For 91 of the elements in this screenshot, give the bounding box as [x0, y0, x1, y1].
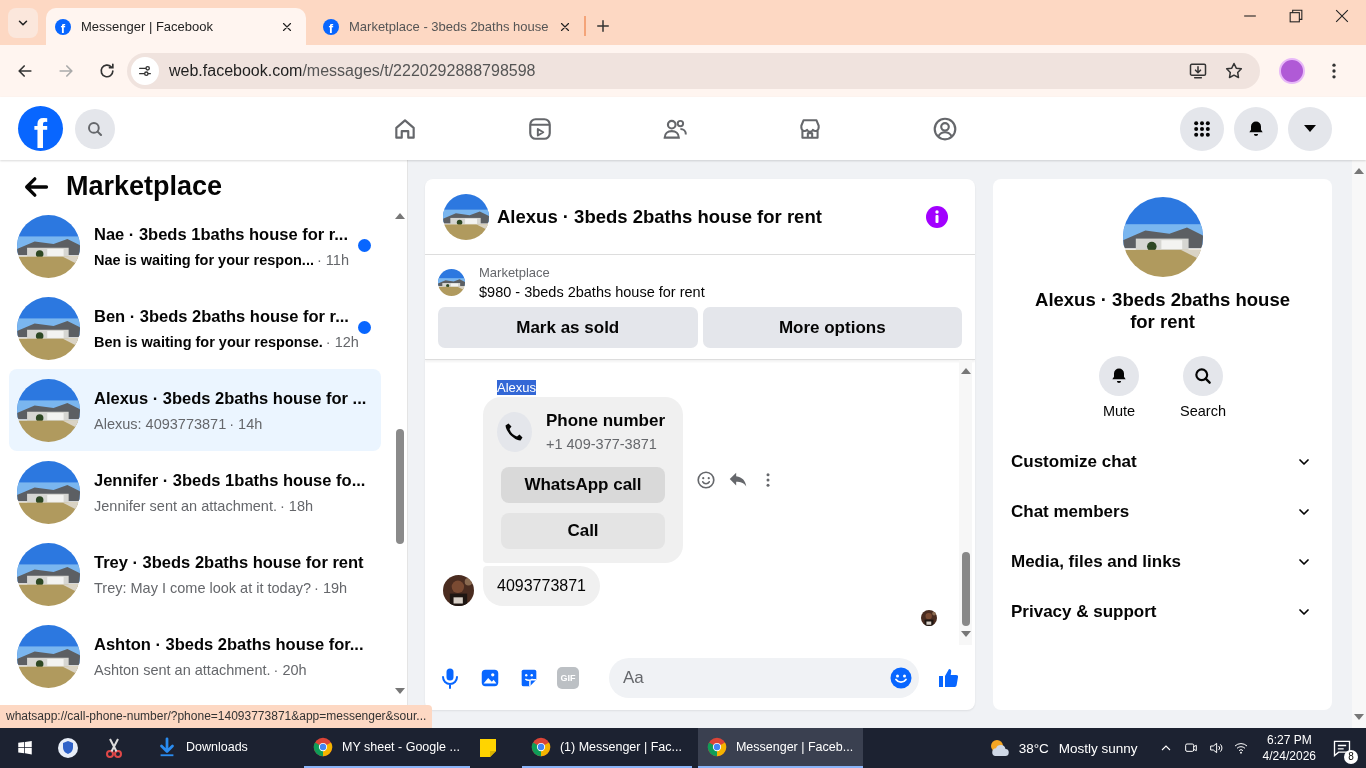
- info-icon[interactable]: [925, 204, 949, 229]
- profile-icon[interactable]: [931, 115, 958, 142]
- action-label: Mute: [1102, 403, 1136, 419]
- browser-icon: [529, 736, 552, 758]
- search-button[interactable]: [1183, 356, 1223, 396]
- conversation-item[interactable]: Alexus · 3beds 2baths house for ... Alexus: 4093773871 · 14h: [9, 369, 381, 451]
- message-time: · 14h: [229, 415, 263, 432]
- conversation-title: Ben · 3beds 2baths house for r...: [94, 306, 350, 326]
- conversation-title: Trey · 3beds 2baths house for rent: [94, 552, 364, 572]
- conversation-item[interactable]: Trey · 3beds 2baths house for rent Trey: May I come look at it today? · 19h: [9, 533, 381, 615]
- listing-button[interactable]: More options: [702, 307, 962, 348]
- video-icon[interactable]: [526, 115, 553, 142]
- taskbar-button[interactable]: Messenger | Faceb...: [697, 728, 864, 768]
- site-info-button[interactable]: [131, 57, 159, 85]
- account-button[interactable]: [1288, 106, 1332, 151]
- install-icon[interactable]: [1188, 61, 1208, 81]
- section-header[interactable]: Privacy & support: [993, 587, 1332, 637]
- taskbar-button[interactable]: MY sheet - Google ...: [304, 728, 470, 768]
- facebook-logo[interactable]: f: [18, 106, 63, 151]
- chat-title: Alexus · 3beds 2baths house for rent: [497, 205, 822, 228]
- caret-icon: [1304, 125, 1316, 132]
- wifi-icon[interactable]: [1232, 740, 1249, 756]
- section-header[interactable]: Chat members: [993, 487, 1332, 537]
- facebook-logo: f: [55, 18, 71, 35]
- message-preview: Alexus: 4093773871: [94, 415, 227, 432]
- message-time: · 12h: [325, 333, 359, 350]
- message-preview: Nae is waiting for your respon...: [94, 251, 314, 268]
- message-preview: Ben is waiting for your response.: [94, 333, 323, 350]
- message-field[interactable]: Aa: [609, 657, 919, 698]
- star-icon[interactable]: [1224, 61, 1244, 81]
- weather-text: Mostly sunny: [1058, 740, 1138, 756]
- section-header[interactable]: Media, files and links: [993, 537, 1332, 587]
- mute-button[interactable]: [1099, 356, 1139, 396]
- grid-icon: [1192, 118, 1212, 139]
- section-header[interactable]: Customize chat: [993, 437, 1332, 487]
- clock-date: 4/24/2026: [1262, 748, 1316, 764]
- shield-icon[interactable]: [56, 736, 80, 760]
- action-label: Search: [1180, 403, 1226, 419]
- notification-icon[interactable]: [1332, 738, 1352, 758]
- phone-number: +1 409-377-3871: [546, 436, 658, 452]
- reload-icon[interactable]: [97, 61, 117, 81]
- call-button[interactable]: WhatsApp call: [501, 467, 665, 503]
- listing-title: $980 - 3beds 2baths house for rent: [479, 284, 705, 300]
- listing-button[interactable]: Mark as sold: [438, 307, 698, 348]
- card-title: Phone number: [546, 411, 665, 431]
- url-text: web.facebook.com/messages/t/2220292888798598: [169, 62, 536, 80]
- conversation-title: Jennifer · 3beds 1baths house fo...: [94, 470, 366, 490]
- status-url: whatsapp://call-phone-number/?phone=14093773871&app=messenger&sour...: [0, 705, 433, 728]
- browser-tab[interactable]: f Messenger | Facebook: [46, 8, 306, 45]
- conversation-item[interactable]: Ashton · 3beds 2baths house for... Ashton sent an attachment. · 20h: [9, 615, 381, 697]
- notification-count: 8: [1344, 750, 1358, 764]
- search-icon: [1193, 366, 1213, 386]
- address-bar[interactable]: web.facebook.com/messages/t/2220292888798598: [127, 53, 1260, 89]
- message-preview: Trey: May I come look at it today?: [94, 579, 312, 596]
- conversation-item[interactable]: Jennifer · 3beds 1baths house fo... Jennifer sent an attachment. · 18h: [9, 451, 381, 533]
- react-icon[interactable]: [695, 469, 717, 491]
- search-icon: [86, 119, 104, 138]
- conversation-item[interactable]: Nae · 3beds 1baths house for r... Nae is waiting for your respon... · 11h: [9, 205, 381, 287]
- temperature: 38°C: [1018, 740, 1049, 756]
- settings-icon: [137, 63, 153, 79]
- windows-icon[interactable]: [16, 739, 34, 757]
- emoji-icon[interactable]: [889, 665, 913, 690]
- message-time: · 19h: [314, 579, 348, 596]
- message-time: · 11h: [316, 251, 349, 268]
- menu-button[interactable]: [1180, 106, 1224, 151]
- taskbar-button[interactable]: (1) Messenger | Fac...: [521, 728, 692, 768]
- scrollbar[interactable]: [1352, 160, 1366, 728]
- panel-title: Marketplace: [66, 171, 223, 202]
- contact-title: Alexus · 3beds 2baths house for rent: [1034, 289, 1291, 333]
- message-preview: Ashton sent an attachment.: [94, 661, 271, 678]
- listing-label: Marketplace: [479, 265, 551, 280]
- profile-avatar[interactable]: [1279, 58, 1305, 84]
- clock-time: 6:27 PM: [1266, 732, 1312, 748]
- speaker-icon[interactable]: [1207, 740, 1224, 756]
- call-button[interactable]: Call: [501, 513, 665, 549]
- browser-tab[interactable]: f Marketplace - 3beds 2baths house: [314, 8, 585, 45]
- scrollbar[interactable]: [959, 360, 972, 645]
- message-time: · 20h: [273, 661, 307, 678]
- browser-icon: [312, 736, 334, 758]
- facebook-logo: f: [323, 18, 339, 35]
- conversation-title: Alexus · 3beds 2baths house for ...: [94, 388, 367, 408]
- browser-icon: [705, 736, 728, 758]
- conversation-title: Nae · 3beds 1baths house for r...: [94, 224, 349, 244]
- sender-name: Alexus: [497, 380, 537, 395]
- conversation-title: Ashton · 3beds 2baths house for...: [94, 634, 364, 654]
- message-preview: Jennifer sent an attachment.: [94, 497, 277, 514]
- taskbar-button[interactable]: Downloads: [148, 728, 298, 768]
- message-bubble: 4093773871: [483, 566, 600, 606]
- conversation-item[interactable]: Ben · 3beds 2baths house for r... Ben is waiting for your response. · 12h: [9, 287, 381, 369]
- message-time: · 18h: [280, 497, 314, 514]
- notifications-button[interactable]: [1234, 106, 1278, 151]
